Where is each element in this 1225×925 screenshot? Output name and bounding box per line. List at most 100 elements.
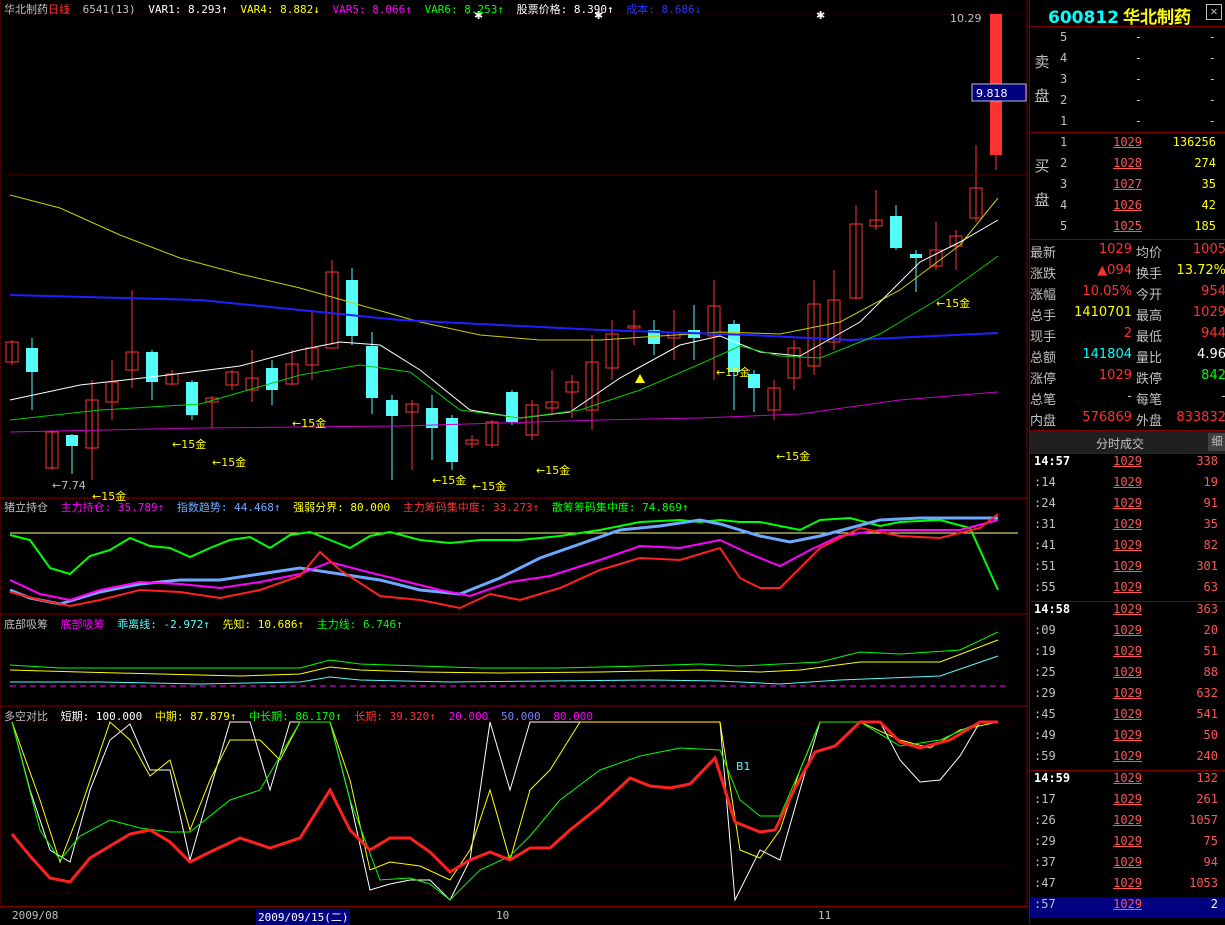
period-label: 日线 [48,3,70,16]
level-price: 1028 [1113,156,1142,170]
tick-volume: 541 [1196,707,1218,721]
stat-label: 最高 [1136,309,1163,324]
stat-7-left: 总笔 - [1030,389,1132,409]
tick-volume: 82 [1203,538,1218,552]
stat-0-left: 最新 1029 [1030,242,1132,262]
sell-level-2[interactable]: 2 - - [1058,93,1225,114]
tick-row[interactable]: :25 1029 88 [1030,665,1225,686]
tick-row[interactable]: :47 1029 1053 [1030,876,1225,897]
ma-magenta [9,391,999,433]
buy-level-4[interactable]: 4 1026 42 [1058,198,1225,219]
sell-level-4[interactable]: 4 - - [1058,51,1225,72]
panel2-main-concentration: 主力筹码集中度: 33.273↑ [402,501,540,514]
tick-volume: 240 [1196,749,1218,763]
stat-5-left: 总额 141804 [1030,347,1132,367]
tick-row[interactable]: :59 1029 240 [1030,749,1225,770]
tick-volume: 363 [1196,602,1218,616]
stat-3-left: 总手 1410701 [1030,305,1132,325]
panel2-retail-concentration: 散筹筹码集中度: 74.869↑ [551,501,689,514]
candle-body [266,368,278,390]
tick-row[interactable]: :17 1029 261 [1030,792,1225,813]
tick-volume: 94 [1203,855,1218,869]
current-price-label: 9.818 [976,87,1008,100]
chart-area[interactable]: 10.29 9.818 ←7.74 ←15金 ←15金 ←15金 ←15金 ←15金 ←15金 ←… [0,0,1028,925]
tick-row[interactable]: :37 1029 94 [1030,855,1225,876]
sell-level-5[interactable]: 5 - - [1058,30,1225,51]
panel2-strength-line: 强弱分界: 80.000 [293,501,391,514]
tick-time: :17 [1034,792,1056,806]
tick-price: 1029 [1113,855,1142,869]
tick-time: 14:57 [1034,454,1071,468]
kline-chart[interactable]: 10.29 9.818 ←7.74 ←15金 ←15金 ←15金 ←15金 ←15金 ←15金 ←… [0,0,1028,906]
candle-body [910,254,922,258]
tick-row[interactable]: :51 1029 301 [1030,559,1225,580]
sell-level-1[interactable]: 1 - - [1058,114,1225,135]
stat-label: 现手 [1030,330,1057,345]
tick-row[interactable]: :55 1029 63 [1030,580,1225,601]
panel3-main-line: 主力线: 6.746↑ [316,618,403,631]
tick-price: 1029 [1113,771,1142,785]
buy-level-5[interactable]: 5 1025 185 [1058,219,1225,240]
close-icon[interactable]: ✕ [1206,4,1222,20]
tick-row[interactable]: :29 1029 75 [1030,834,1225,855]
buy-level-3[interactable]: 3 1027 35 [1058,177,1225,198]
candle-body [26,348,38,372]
buy-level-1[interactable]: 1 1029 136256 [1058,135,1225,156]
tick-price: 1029 [1113,454,1142,468]
buy-side-label: 买盘 [1034,157,1050,209]
panel4-short: 短期: 100.000 [60,710,143,723]
tick-row[interactable]: 14:57 1029 338 [1030,454,1225,475]
tick-volume: 63 [1203,580,1218,594]
tick-row[interactable]: 14:59 1029 132 [1030,770,1225,792]
stat-5-right: 量比 4.96 [1136,347,1225,367]
tick-time: :09 [1034,623,1056,637]
tick-row[interactable]: :29 1029 632 [1030,686,1225,707]
tick-row[interactable]: 14:58 1029 363 [1030,601,1225,623]
high-price-label: 10.29 [950,12,982,25]
stat-value: 1029 [1192,305,1225,320]
tick-row[interactable]: :31 1029 35 [1030,517,1225,538]
tick-row[interactable]: :57 1029 2 [1030,897,1225,918]
gold-signal-label: ←15金 [292,416,326,430]
candle-body [890,216,902,248]
gold-signal-label: ←15金 [212,455,246,469]
tick-row[interactable]: :09 1029 20 [1030,623,1225,644]
level-volume: - [1208,93,1216,107]
buy-level-2[interactable]: 2 1028 274 [1058,156,1225,177]
b1-signal-label: B1 [736,760,751,773]
tick-volume: 632 [1196,686,1218,700]
panel3-deviation: 乖离线: -2.972↑ [117,618,210,631]
tick-detail-button[interactable]: 细 [1208,433,1225,451]
tick-volume: 35 [1203,517,1218,531]
tick-time: :26 [1034,813,1056,827]
gold-signal-label: ←15金 [936,296,970,310]
tick-row[interactable]: :24 1029 91 [1030,496,1225,517]
panel4-level50: 50.000 [500,710,541,723]
tick-row[interactable]: :41 1029 82 [1030,538,1225,559]
buy-book: 买盘 1 1029 136256 2 1028 274 3 1027 35 4 1026 42 5 102… [1030,133,1225,240]
stat-6-left: 涨停 1029 [1030,368,1132,388]
sell-level-3[interactable]: 3 - - [1058,72,1225,93]
ma-blue [9,294,999,342]
stat-value: ▲094 [1097,263,1132,278]
tick-row[interactable]: :19 1029 51 [1030,644,1225,665]
stat-label: 均价 [1136,246,1163,261]
level-price: - [1134,93,1142,107]
bar-count: 6541(13) [82,3,136,16]
stat-value: 141804 [1082,347,1132,362]
level-number: 3 [1060,177,1068,191]
tick-time: :55 [1034,580,1056,594]
stat-value: 576869 [1082,410,1132,425]
stat-2-left: 涨幅 10.05% [1030,284,1132,304]
level-number: 2 [1060,156,1068,170]
tick-time: :29 [1034,686,1056,700]
tick-price: 1029 [1113,665,1142,679]
tick-row[interactable]: :45 1029 541 [1030,707,1225,728]
tick-row[interactable]: :14 1029 19 [1030,475,1225,496]
star-marker: ✱ [816,9,825,22]
tick-row[interactable]: :49 1029 50 [1030,728,1225,749]
main-header: 华北制药日线 6541(13) VAR1: 8.293↑ VAR4: 8.882… [4,1,707,17]
tick-volume: 1057 [1189,813,1218,827]
tick-time: :51 [1034,559,1056,573]
tick-row[interactable]: :26 1029 1057 [1030,813,1225,834]
